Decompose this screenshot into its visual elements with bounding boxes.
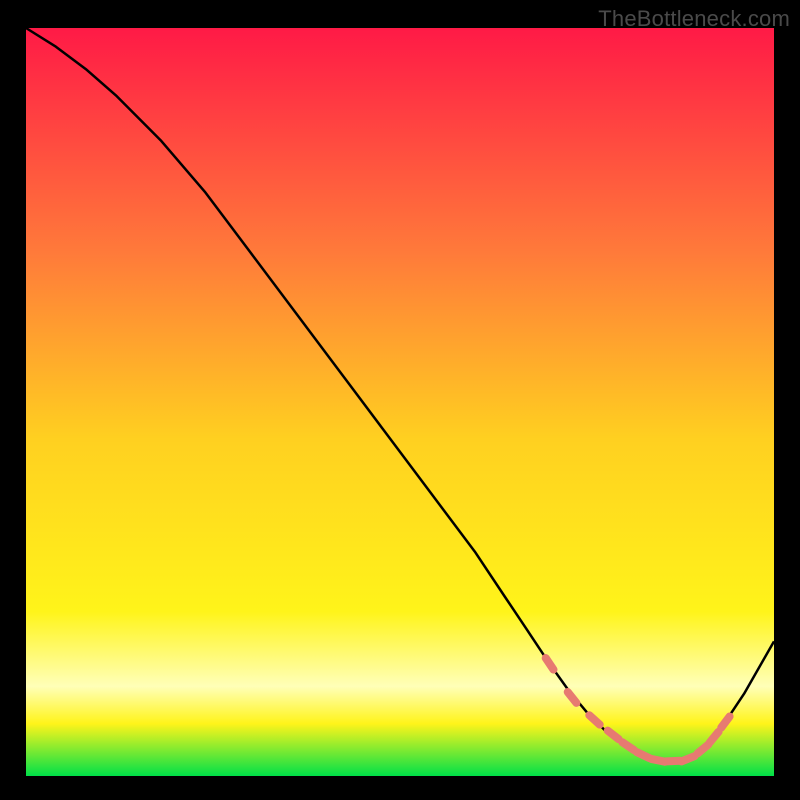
marker-dash (682, 756, 695, 761)
watermark: TheBottleneck.com (598, 6, 790, 32)
chart-svg (0, 0, 800, 800)
plot-area (26, 28, 774, 776)
chart-container: TheBottleneck.com (0, 0, 800, 800)
marker-dash (637, 752, 650, 758)
